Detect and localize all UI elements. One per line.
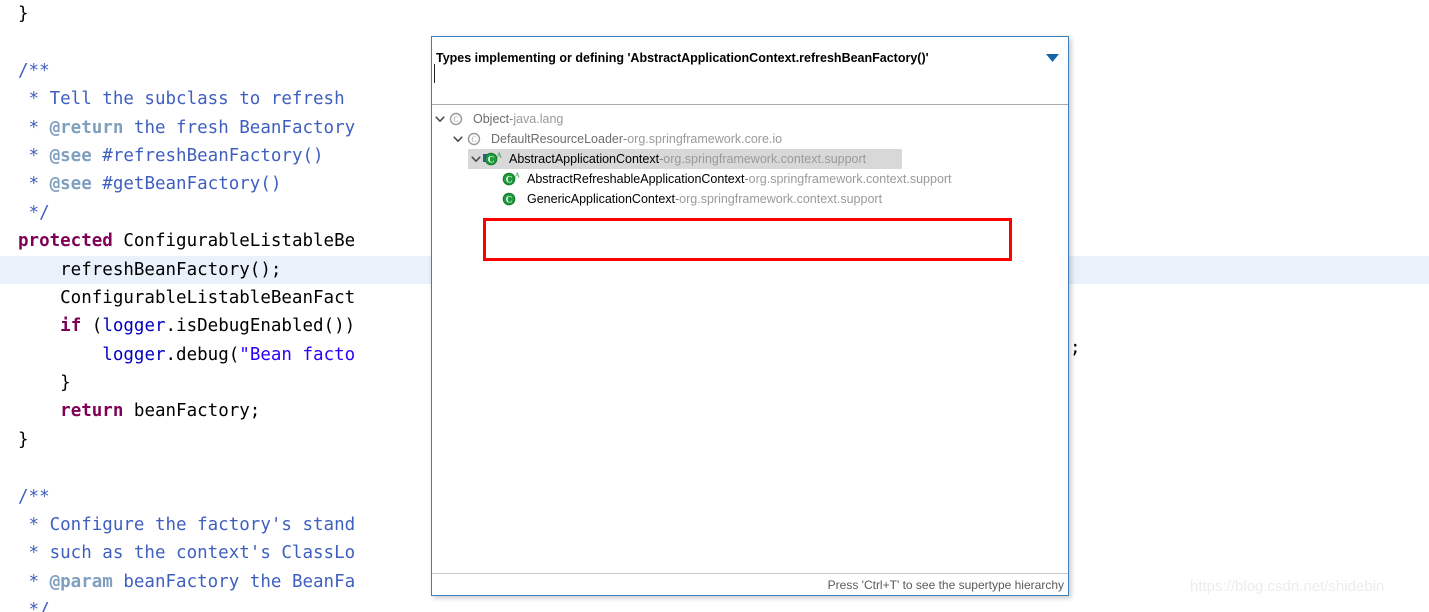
code-token: */ bbox=[18, 202, 50, 223]
svg-text:C: C bbox=[506, 174, 513, 184]
tree-item-genericapplicationcontext[interactable]: C GenericApplicationContext - org.springf… bbox=[432, 189, 1068, 209]
filter-input[interactable] bbox=[434, 80, 1068, 103]
code-token: ConfigurableListableBe bbox=[112, 231, 356, 252]
tree-item-package: java.lang bbox=[513, 112, 564, 126]
code-token: * Configure the factory's stand bbox=[18, 515, 356, 536]
popup-title: Types implementing or defining 'Abstract… bbox=[436, 51, 929, 65]
class-green-icon: C bbox=[501, 191, 521, 207]
tree-item-abstractapplicationcontext[interactable]: C A AbstractApplicationContext - org.sprin… bbox=[432, 149, 1068, 169]
svg-text:C: C bbox=[471, 135, 476, 144]
svg-text:C: C bbox=[488, 154, 495, 164]
class-gray-icon: C bbox=[465, 131, 485, 147]
code-token: * bbox=[18, 174, 50, 195]
code-token: @see bbox=[49, 145, 92, 166]
code-token: protected bbox=[18, 231, 113, 252]
svg-text:C: C bbox=[453, 115, 458, 124]
code-token: "Bean facto bbox=[239, 344, 356, 365]
svg-text:C: C bbox=[506, 194, 513, 204]
code-token: /** bbox=[18, 486, 50, 507]
code-token: * bbox=[18, 571, 50, 592]
annotation-highlight-box bbox=[483, 218, 1012, 261]
popup-header: Types implementing or defining 'Abstract… bbox=[432, 37, 1068, 79]
class-gray-icon: C bbox=[447, 111, 467, 127]
popup-filter-row[interactable] bbox=[432, 79, 1068, 105]
code-token: } bbox=[18, 4, 29, 24]
code-token: .debug( bbox=[165, 344, 240, 365]
code-token: @return bbox=[49, 117, 124, 138]
code-token: * Tell the subclass to refresh bbox=[18, 89, 345, 110]
code-token: refreshBeanFactory(); bbox=[18, 259, 282, 280]
code-fragment-semicolon: ; bbox=[1070, 338, 1081, 358]
code-token: */ bbox=[18, 600, 50, 612]
class-green-abstract-focus-icon: CA bbox=[483, 151, 503, 167]
tree-item-type-name: AbstractRefreshableApplicationContext bbox=[527, 172, 745, 186]
chevron-down-icon[interactable] bbox=[432, 114, 447, 124]
tree-item-type-name: Object bbox=[473, 112, 510, 126]
chevron-down-icon[interactable] bbox=[1044, 50, 1060, 66]
type-hierarchy-tree[interactable]: C Object - java.lang C DefaultResourceLoade… bbox=[432, 105, 1068, 573]
code-token: logger bbox=[102, 316, 166, 337]
quick-type-hierarchy-popup[interactable]: Types implementing or defining 'Abstract… bbox=[431, 36, 1069, 596]
code-token: if bbox=[60, 316, 82, 337]
code-token: * bbox=[18, 145, 50, 166]
class-green-abstract-icon: CA bbox=[501, 171, 521, 187]
code-token: /** bbox=[18, 60, 50, 81]
filter-input-caret bbox=[434, 64, 435, 83]
svg-text:A: A bbox=[515, 171, 521, 180]
tree-item-package: org.springframework.context.support bbox=[663, 152, 867, 166]
code-line: */ bbox=[0, 596, 1429, 612]
code-token: @see bbox=[49, 174, 92, 195]
chevron-down-icon[interactable] bbox=[468, 154, 483, 164]
code-token: * bbox=[18, 117, 50, 138]
code-token: #getBeanFactory() bbox=[91, 174, 282, 195]
svg-text:A: A bbox=[497, 151, 503, 160]
code-token: } bbox=[18, 373, 71, 394]
watermark: https://blog.csdn.net/shidebin bbox=[1190, 578, 1385, 595]
code-token: #refreshBeanFactory() bbox=[91, 145, 324, 166]
tree-item-type-name: GenericApplicationContext bbox=[527, 192, 675, 206]
code-token: * such as the context's ClassLo bbox=[18, 543, 356, 564]
tree-item-abstractrefreshableapplicationcontext[interactable]: C A AbstractRefreshableApplicationContext … bbox=[432, 169, 1068, 189]
tree-item-type-name: AbstractApplicationContext bbox=[509, 152, 660, 166]
code-token: return bbox=[60, 401, 124, 422]
code-token: ConfigurableListableBeanFact bbox=[18, 287, 356, 308]
tree-item-defaultresourceloader[interactable]: C DefaultResourceLoader - org.springframe… bbox=[432, 129, 1068, 149]
chevron-down-icon[interactable] bbox=[450, 134, 465, 144]
code-token: @param bbox=[49, 571, 113, 592]
code-token: logger bbox=[102, 344, 166, 365]
tree-item-package: org.springframework.core.io bbox=[627, 132, 783, 146]
popup-status-bar: Press 'Ctrl+T' to see the supertype hier… bbox=[432, 573, 1068, 595]
code-token: .isDebugEnabled()) bbox=[165, 316, 356, 337]
tree-item-package: org.springframework.context.support bbox=[679, 192, 883, 206]
code-token: ( bbox=[81, 316, 103, 337]
code-line: } bbox=[0, 0, 1429, 28]
code-token: } bbox=[18, 429, 29, 450]
tree-item-package: org.springframework.context.support bbox=[748, 172, 952, 186]
tree-item-object[interactable]: C Object - java.lang bbox=[432, 109, 1068, 129]
status-hint-text: Press 'Ctrl+T' to see the supertype hier… bbox=[827, 577, 1064, 592]
code-token: the fresh BeanFactory bbox=[123, 117, 356, 138]
code-token: beanFactory the BeanFa bbox=[112, 571, 356, 592]
tree-item-type-name: DefaultResourceLoader bbox=[491, 132, 624, 146]
code-token: beanFactory; bbox=[123, 401, 261, 422]
